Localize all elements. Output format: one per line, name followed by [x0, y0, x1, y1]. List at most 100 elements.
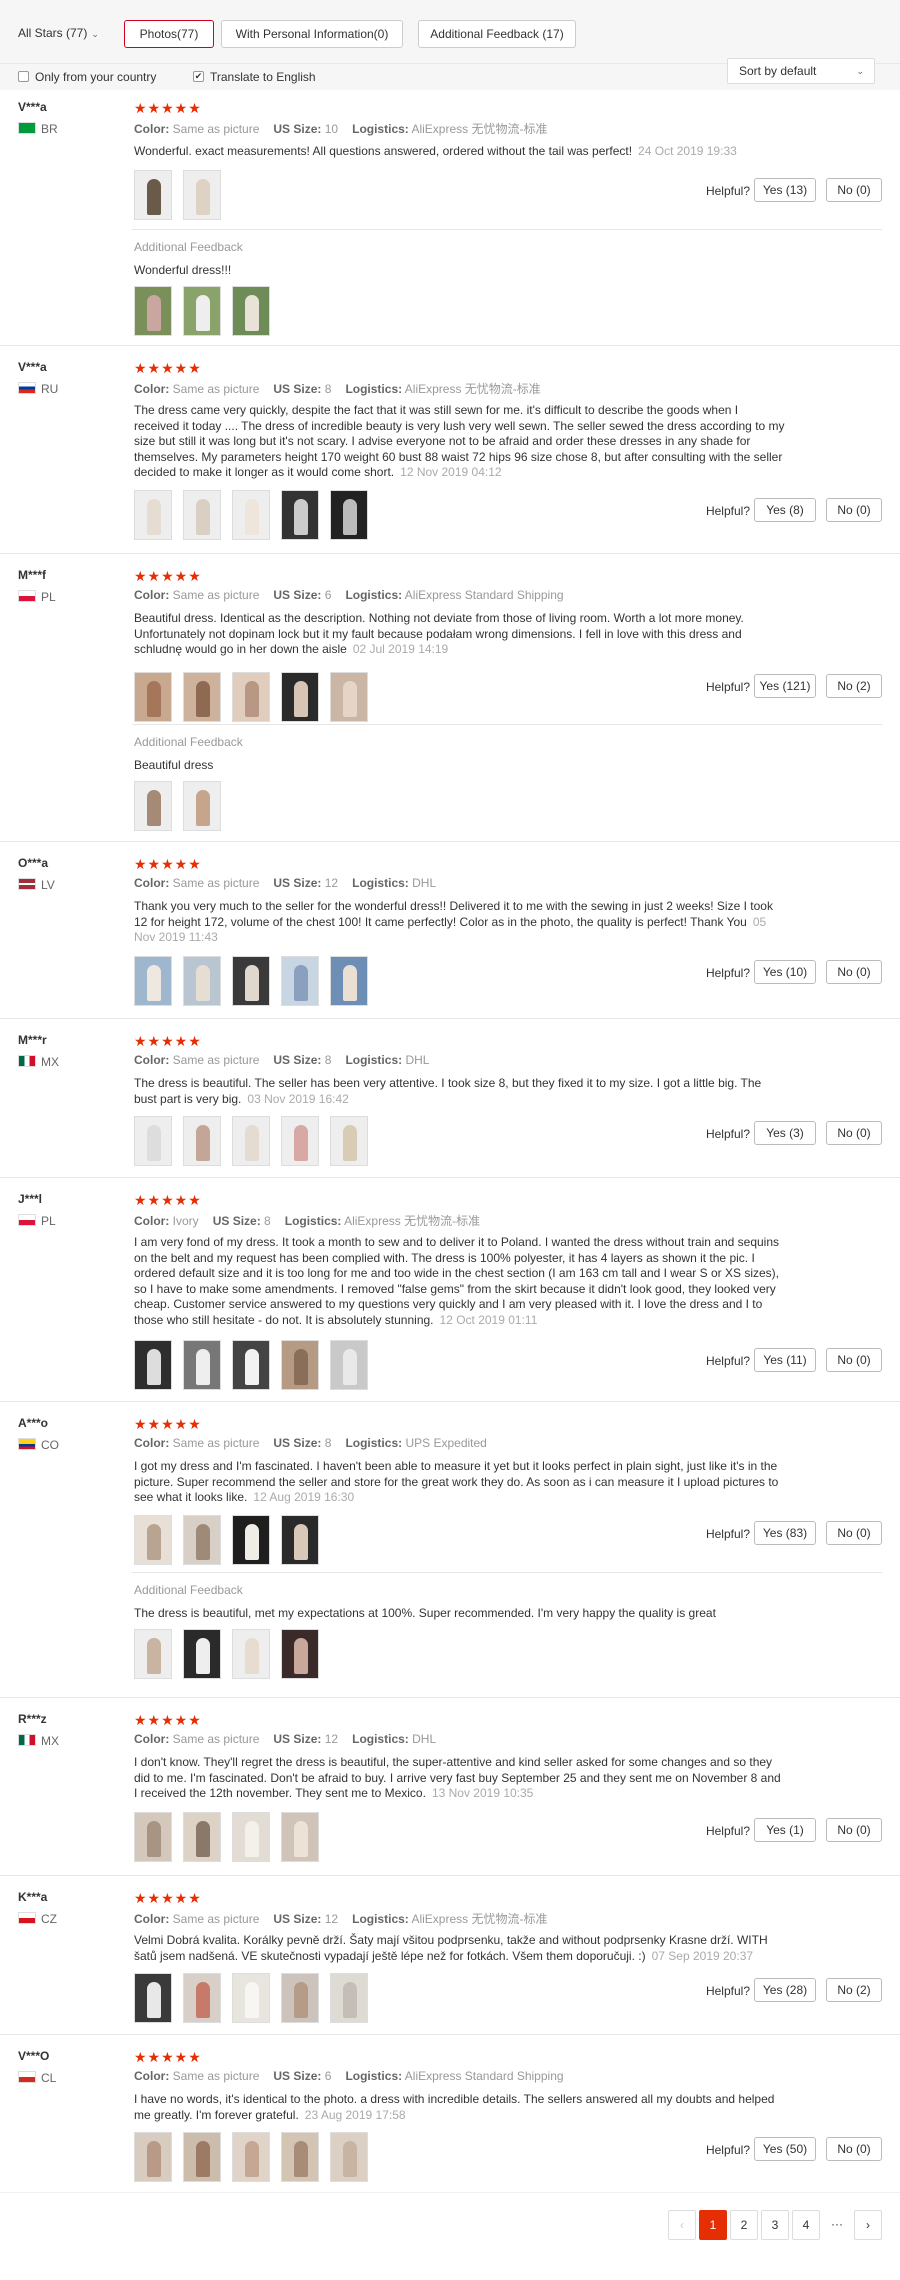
- size-label: US Size:: [273, 382, 322, 396]
- review-photo[interactable]: [232, 1812, 270, 1862]
- review-photo[interactable]: [183, 286, 221, 336]
- helpful-no-button[interactable]: No (2): [826, 674, 882, 698]
- helpful-no-button[interactable]: No (0): [826, 1348, 882, 1372]
- review-photo[interactable]: [330, 956, 368, 1006]
- review-photo[interactable]: [281, 1812, 319, 1862]
- review-photo[interactable]: [134, 286, 172, 336]
- review-photo[interactable]: [281, 1515, 319, 1565]
- review-photo[interactable]: [183, 1812, 221, 1862]
- review-photo[interactable]: [183, 956, 221, 1006]
- review-photo[interactable]: [183, 781, 221, 831]
- review-photo[interactable]: [183, 1629, 221, 1679]
- review-photo[interactable]: [183, 170, 221, 220]
- review-photo[interactable]: [330, 672, 368, 722]
- helpful-no-button[interactable]: No (0): [826, 1121, 882, 1145]
- helpful-yes-button[interactable]: Yes (8): [754, 498, 816, 522]
- review-photo[interactable]: [232, 1116, 270, 1166]
- helpful-no-button[interactable]: No (2): [826, 1978, 882, 2002]
- review-photo[interactable]: [134, 781, 172, 831]
- size-value: 8: [324, 382, 332, 396]
- logistics-label: Logistics:: [345, 1436, 403, 1450]
- additional-feedback-photos: [134, 1629, 330, 1681]
- review-photo[interactable]: [281, 1629, 319, 1679]
- review-photo[interactable]: [134, 2132, 172, 2182]
- review-photo[interactable]: [330, 1973, 368, 2023]
- tab-additional-feedback[interactable]: Additional Feedback (17): [418, 20, 576, 48]
- review-photo[interactable]: [183, 672, 221, 722]
- review-photo[interactable]: [232, 1340, 270, 1390]
- helpful-label: Helpful?: [705, 1127, 750, 1141]
- review-photo[interactable]: [330, 490, 368, 540]
- helpful-yes-button[interactable]: Yes (11): [754, 1348, 816, 1372]
- helpful-no-button[interactable]: No (0): [826, 1818, 882, 1842]
- reviewer-country-code: BR: [41, 122, 58, 136]
- review-photo[interactable]: [281, 1340, 319, 1390]
- page-3-button[interactable]: 3: [761, 2210, 789, 2240]
- helpful-yes-button[interactable]: Yes (1): [754, 1818, 816, 1842]
- review-photo[interactable]: [134, 1340, 172, 1390]
- next-page-button[interactable]: ›: [854, 2210, 882, 2240]
- review-photo[interactable]: [232, 490, 270, 540]
- helpful-yes-button[interactable]: Yes (50): [754, 2137, 816, 2161]
- review-meta: Color: Same as picture US Size: 8 Logistic…: [134, 1053, 429, 1067]
- review-photo[interactable]: [281, 490, 319, 540]
- review-photo[interactable]: [134, 170, 172, 220]
- reviewer-country-code: CZ: [41, 1912, 57, 1926]
- review-photo[interactable]: [330, 1116, 368, 1166]
- review-photo[interactable]: [134, 1973, 172, 2023]
- tab-all-stars[interactable]: All Stars (77) ⌄: [18, 20, 118, 48]
- review-photo[interactable]: [134, 672, 172, 722]
- review-photo[interactable]: [281, 1973, 319, 2023]
- tab-photos[interactable]: Photos(77): [124, 20, 214, 48]
- review-photo[interactable]: [232, 956, 270, 1006]
- helpful-yes-button[interactable]: Yes (121): [754, 674, 816, 698]
- review-photo[interactable]: [281, 2132, 319, 2182]
- helpful-no-button[interactable]: No (0): [826, 960, 882, 984]
- review-photo[interactable]: [183, 1973, 221, 2023]
- helpful-yes-button[interactable]: Yes (28): [754, 1978, 816, 2002]
- helpful-no-button[interactable]: No (0): [826, 1521, 882, 1545]
- review-date: 12 Oct 2019 01:11: [439, 1312, 538, 1327]
- review-photo[interactable]: [330, 1340, 368, 1390]
- helpful-yes-button[interactable]: Yes (10): [754, 960, 816, 984]
- review-photo[interactable]: [330, 2132, 368, 2182]
- page-2-button[interactable]: 2: [730, 2210, 758, 2240]
- review-photo[interactable]: [183, 1340, 221, 1390]
- helpful-no-button[interactable]: No (0): [826, 498, 882, 522]
- review-photo[interactable]: [232, 1629, 270, 1679]
- review-photo[interactable]: [134, 1812, 172, 1862]
- review-meta: Color: Same as picture US Size: 6 Logistic…: [134, 2069, 564, 2083]
- helpful-yes-button[interactable]: Yes (13): [754, 178, 816, 202]
- review-photo[interactable]: [134, 1515, 172, 1565]
- review-photo[interactable]: [134, 1629, 172, 1679]
- tab-personal-info[interactable]: With Personal Information(0): [221, 20, 403, 48]
- color-label: Color:: [134, 1912, 170, 1926]
- page-1-button[interactable]: 1: [699, 2210, 727, 2240]
- review-photo[interactable]: [232, 672, 270, 722]
- review-photo[interactable]: [281, 956, 319, 1006]
- review-photo[interactable]: [134, 1116, 172, 1166]
- review-photo[interactable]: [183, 1116, 221, 1166]
- page-4-button[interactable]: 4: [792, 2210, 820, 2240]
- only-country-checkbox[interactable]: [18, 71, 29, 82]
- helpful-yes-button[interactable]: Yes (3): [754, 1121, 816, 1145]
- review-photo[interactable]: [183, 2132, 221, 2182]
- review-photo[interactable]: [134, 490, 172, 540]
- review-photo[interactable]: [281, 1116, 319, 1166]
- review-photo[interactable]: [183, 490, 221, 540]
- review-photo[interactable]: [281, 672, 319, 722]
- helpful-no-button[interactable]: No (0): [826, 2137, 882, 2161]
- flag-mx-icon: [18, 1734, 36, 1746]
- helpful-no-button[interactable]: No (0): [826, 178, 882, 202]
- translate-checkbox[interactable]: ✔: [193, 71, 204, 82]
- prev-page-button[interactable]: ‹: [668, 2210, 696, 2240]
- review-photo[interactable]: [183, 1515, 221, 1565]
- review-text: The dress is beautiful. The seller has b…: [134, 1076, 786, 1107]
- review-photo[interactable]: [232, 1973, 270, 2023]
- review-photo[interactable]: [232, 2132, 270, 2182]
- review-photo[interactable]: [232, 286, 270, 336]
- sort-select[interactable]: Sort by default ⌄: [727, 58, 875, 84]
- review-photo[interactable]: [232, 1515, 270, 1565]
- helpful-yes-button[interactable]: Yes (83): [754, 1521, 816, 1545]
- review-photo[interactable]: [134, 956, 172, 1006]
